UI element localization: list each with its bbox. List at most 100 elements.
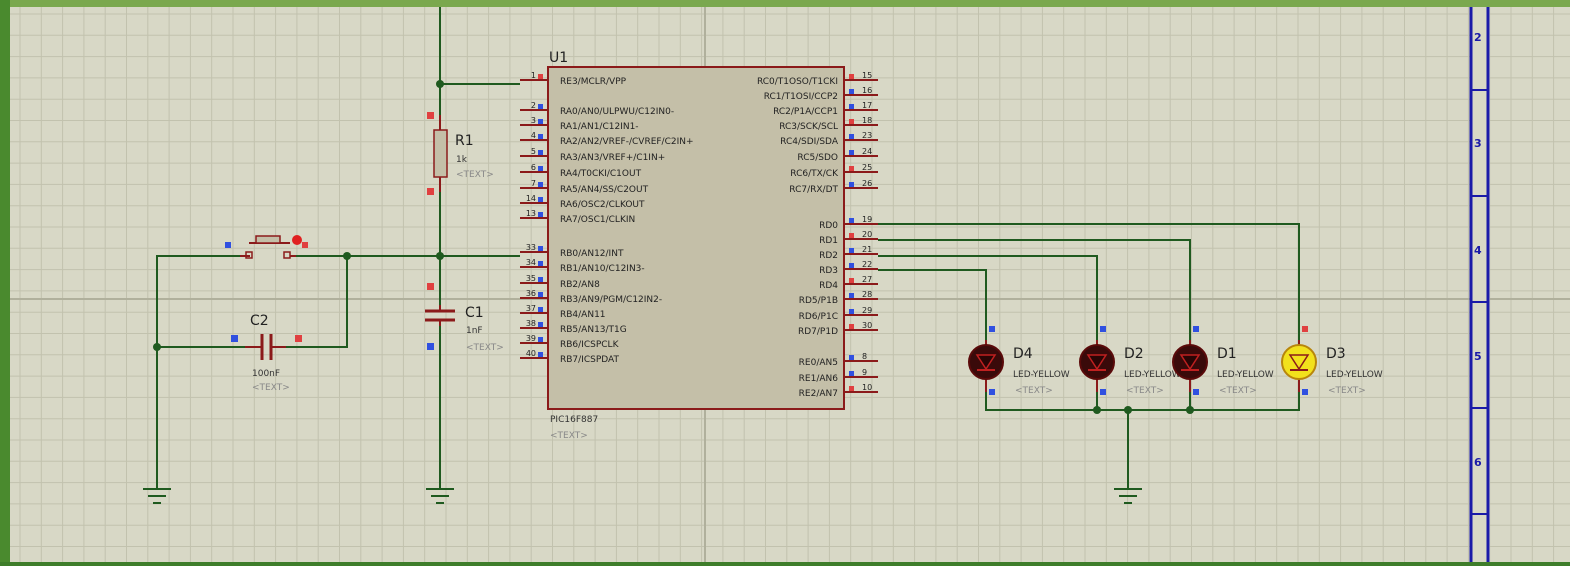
led-ref: D4 [1013, 346, 1033, 362]
u1-pin-label: RA6/OSC2/CLKOUT [560, 200, 645, 210]
u1-pin-number: 38 [526, 319, 536, 328]
sheet-border: 2 3 4 5 6 [1469, 7, 1490, 562]
led-ref: D1 [1217, 346, 1237, 362]
u1-pin-label: RD1 [819, 236, 838, 246]
led-text: <TEXT> [1328, 386, 1366, 396]
u1-pin-label: RC1/T1OSI/CCP2 [764, 92, 838, 102]
u1-pin-label: RE0/AN5 [799, 358, 838, 368]
u1-pin-label: RA2/AN2/VREF-/CVREF/C2IN+ [560, 137, 694, 147]
u1-pin-number: 20 [862, 230, 872, 239]
r1-value: 1k [456, 155, 468, 165]
c1-ref: C1 [465, 305, 484, 321]
schematic-canvas[interactable]: 2 3 4 5 6 R1 1k <TEXT> C1 1nF <TEXT> C2 … [0, 0, 1570, 562]
u1-pin-label: RB4/AN11 [560, 310, 606, 320]
border-label-4: 4 [1474, 244, 1482, 257]
u1-pin-number: 21 [862, 245, 872, 254]
u1-pin-number: 10 [862, 383, 872, 392]
u1-pin-label: RC6/TX/CK [790, 169, 839, 179]
u1-pin-number: 35 [526, 274, 536, 283]
led-value: LED-YELLOW [1124, 370, 1181, 380]
u1-pin-label: RB0/AN12/INT [560, 249, 624, 259]
u1-pin-number: 29 [862, 306, 872, 315]
u1-pin-label: RB1/AN10/C12IN3- [560, 264, 645, 274]
u1-pin-label: RD4 [819, 281, 838, 291]
u1-pin-label: RC3/SCK/SCL [779, 122, 838, 132]
u1-pin-number: 33 [526, 243, 536, 252]
u1-pin-label: RA1/AN1/C12IN1- [560, 122, 639, 132]
u1-pin-number: 13 [526, 209, 536, 218]
microcontroller-u1[interactable]: U1 1 RE3/MCLR/VPP 2 RA0/AN0/ULPWU/C12IN0- 3 R… [520, 50, 878, 441]
border-label-2: 2 [1474, 31, 1482, 44]
u1-pin-label: RC4/SDI/SDA [780, 137, 839, 147]
u1-pin-label: RE1/AN6 [799, 374, 839, 384]
u1-pin-number: 4 [531, 131, 536, 140]
led-text: <TEXT> [1219, 386, 1257, 396]
u1-pin-number: 40 [526, 349, 536, 358]
led-value: LED-YELLOW [1326, 370, 1383, 380]
c2-ref: C2 [250, 313, 269, 329]
u1-pin-label: RD5/P1B [799, 296, 838, 306]
u1-pin-number: 17 [862, 101, 872, 110]
u1-pin-number: 22 [862, 260, 872, 269]
u1-pin-label: RA0/AN0/ULPWU/C12IN0- [560, 107, 674, 117]
u1-pin-number: 5 [531, 147, 536, 156]
u1-pin-label: RD3 [819, 266, 838, 276]
u1-pin-number: 23 [862, 131, 872, 140]
switch-actuator-icon [292, 235, 302, 245]
u1-pin-label: RD0 [819, 221, 838, 231]
schematic-svg[interactable]: 2 3 4 5 6 R1 1k <TEXT> C1 1nF <TEXT> C2 … [0, 0, 1570, 562]
u1-pin-label: RD7/P1D [798, 327, 838, 337]
u1-pin-number: 30 [862, 321, 872, 330]
u1-pin-number: 34 [526, 258, 536, 267]
u1-pin-number: 8 [862, 352, 867, 361]
sheet-top-edge [0, 0, 1570, 7]
u1-pin-number: 37 [526, 304, 536, 313]
u1-pin-label: RE2/AN7 [799, 389, 838, 399]
u1-pin-label: RB6/ICSPCLK [560, 340, 620, 350]
u1-pin-label: RA7/OSC1/CLKIN [560, 215, 635, 225]
u1-pin-number: 18 [862, 116, 872, 125]
u1-pin-number: 19 [862, 215, 872, 224]
u1-pin-number: 15 [862, 71, 872, 80]
u1-pin-number: 16 [862, 86, 872, 95]
u1-pin-label: RD2 [819, 251, 838, 261]
border-label-6: 6 [1474, 456, 1482, 469]
c2-text: <TEXT> [252, 383, 290, 393]
u1-pin-number: 25 [862, 163, 872, 172]
u1-ref: U1 [549, 50, 568, 66]
led-text: <TEXT> [1015, 386, 1053, 396]
u1-pin-label: RB5/AN13/T1G [560, 325, 627, 335]
led-ref: D2 [1124, 346, 1144, 362]
c1-text: <TEXT> [466, 343, 504, 353]
u1-part: PIC16F887 [550, 415, 598, 425]
u1-pin-number: 6 [531, 163, 536, 172]
u1-pin-label: RC7/RX/DT [789, 185, 838, 195]
u1-pin-label: RA3/AN3/VREF+/C1IN+ [560, 153, 665, 163]
u1-pin-number: 27 [862, 275, 872, 284]
u1-pin-label: RD6/P1C [799, 312, 838, 322]
u1-pin-number: 9 [862, 368, 867, 377]
r1-ref: R1 [455, 133, 474, 149]
u1-pin-number: 7 [531, 179, 536, 188]
led-ref: D3 [1326, 346, 1346, 362]
u1-pin-number: 28 [862, 290, 872, 299]
r1-text: <TEXT> [456, 170, 494, 180]
border-label-3: 3 [1474, 137, 1482, 150]
u1-text: <TEXT> [550, 431, 588, 441]
sheet-left-edge [0, 0, 10, 562]
c2-value: 100nF [252, 369, 280, 379]
led-value: LED-YELLOW [1013, 370, 1070, 380]
u1-pin-number: 1 [531, 71, 536, 80]
u1-pin-number: 2 [531, 101, 536, 110]
u1-pin-label: RB7/ICSPDAT [560, 355, 619, 365]
u1-pin-label: RB3/AN9/PGM/C12IN2- [560, 295, 662, 305]
u1-pin-number: 36 [526, 289, 536, 298]
u1-pin-label: RA4/T0CKI/C1OUT [560, 169, 642, 179]
u1-pin-label: RA5/AN4/SS/C2OUT [560, 185, 649, 195]
u1-pin-number: 26 [862, 179, 872, 188]
c1-value: 1nF [466, 326, 483, 336]
u1-pin-number: 3 [531, 116, 536, 125]
led-text: <TEXT> [1126, 386, 1164, 396]
border-label-5: 5 [1474, 350, 1482, 363]
u1-pin-label: RC2/P1A/CCP1 [773, 107, 838, 117]
